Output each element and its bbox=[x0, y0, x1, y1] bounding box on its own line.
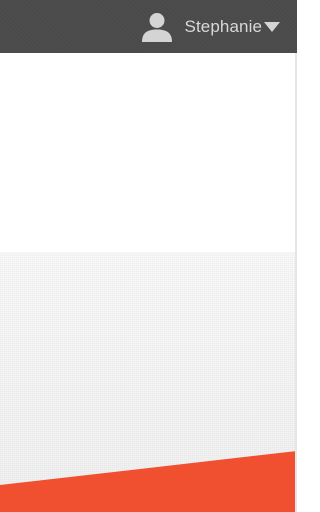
user-menu[interactable]: Stephanie bbox=[141, 0, 280, 53]
user-name: Stephanie bbox=[184, 17, 262, 36]
top-bar: Stephanie bbox=[0, 0, 297, 53]
user-icon bbox=[141, 12, 172, 42]
content-area bbox=[0, 53, 297, 252]
accent-slant bbox=[0, 451, 297, 512]
right-edge-divider bbox=[295, 53, 297, 512]
caret-down-icon[interactable] bbox=[264, 22, 280, 32]
